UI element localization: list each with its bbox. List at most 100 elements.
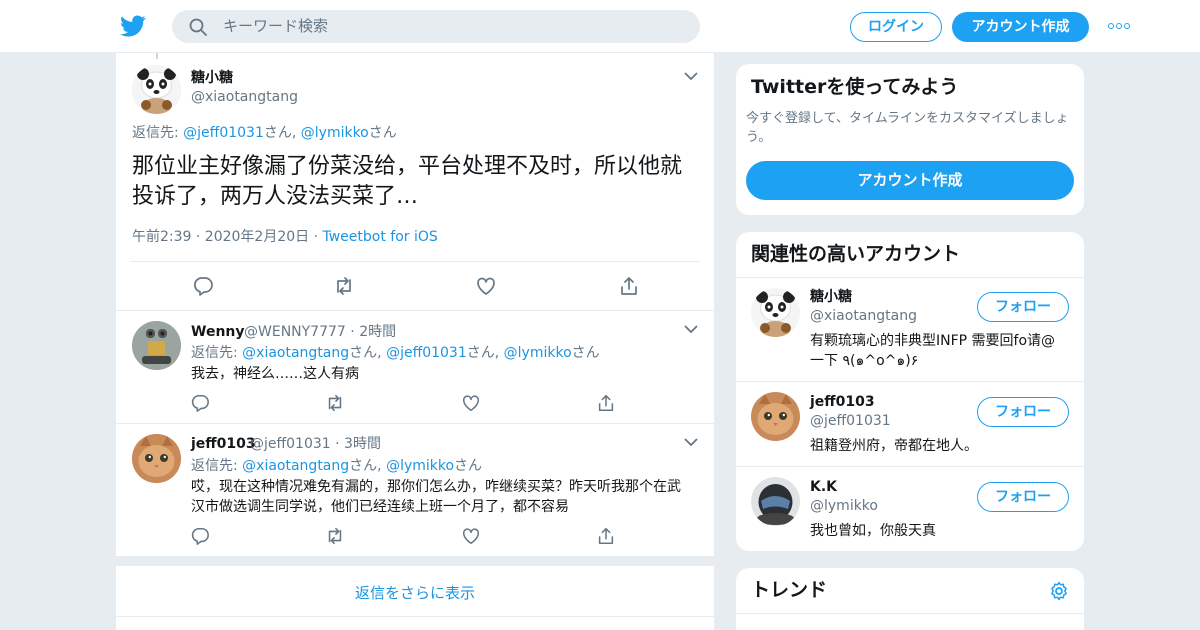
avatar[interactable] [132, 65, 181, 114]
avatar[interactable] [751, 477, 800, 526]
reply-suffix: さん [349, 458, 378, 474]
signup-card-title: Twitterを使ってみよう [751, 76, 959, 98]
share-icon[interactable] [596, 526, 616, 546]
divider [130, 261, 700, 262]
timestamp-text[interactable]: 午前2:39 · 2020年2月20日 · [132, 229, 323, 245]
divider [116, 310, 714, 311]
reply-suffix: さん [368, 125, 397, 141]
login-button[interactable]: ログイン [850, 12, 942, 42]
chevron-down-icon[interactable] [684, 324, 698, 334]
like-icon[interactable] [461, 393, 481, 413]
share-icon[interactable] [596, 393, 616, 413]
thread-connector-line [156, 53, 158, 59]
more-options-icon[interactable] [1108, 23, 1130, 31]
account-handle[interactable]: @xiaotangtang [810, 307, 917, 325]
reply-prefix: 返信先: [191, 345, 243, 361]
retweet-icon[interactable] [325, 526, 345, 546]
reply-icon[interactable] [190, 526, 210, 546]
related-accounts-card: 関連性の高いアカウント 糖小糖 @xiaotangtang フォロー 有颗琉璃心… [735, 231, 1085, 552]
account-bio: 祖籍登州府，帝都在地人。 [810, 438, 978, 454]
search-box[interactable]: キーワード検索 [172, 10, 700, 43]
chevron-down-icon[interactable] [684, 71, 698, 81]
signup-card: Twitterを使ってみよう 今すぐ登録して、タイムラインをカスタマイズしましょ… [735, 63, 1085, 216]
reply-context: 返信先: @xiaotangtangさん, @jeff01031さん, @lym… [191, 345, 600, 361]
top-navigation-bar: キーワード検索 ログイン アカウント作成 [0, 0, 1200, 53]
divider [116, 616, 714, 617]
handle-text[interactable]: @jeff01031 [250, 436, 331, 452]
mention-link[interactable]: @lymikko [504, 345, 572, 361]
divider [736, 277, 1084, 278]
relative-time[interactable]: 2時間 [359, 324, 396, 340]
share-icon[interactable] [618, 275, 640, 297]
helmet-avatar-icon [751, 477, 800, 526]
reply-suffix: さん [454, 458, 483, 474]
reply-author-handle: @WENNY7777 · 2時間 [244, 324, 397, 340]
robot-avatar-icon [132, 321, 181, 370]
mention-link[interactable]: @xiaotangtang [242, 458, 349, 474]
author-name[interactable]: 糖小糖 [191, 69, 233, 87]
reply-text: 哎，现在这种情况难免有漏的，那你们怎么办，咋继续买菜？昨天听我那个在武汉市做选调… [191, 479, 681, 515]
related-accounts-title: 関連性の高いアカウント [751, 243, 961, 265]
follow-button[interactable]: フォロー [977, 482, 1069, 512]
avatar[interactable] [132, 434, 181, 483]
reply-context: 返信先: @xiaotangtangさん, @lymikkoさん [191, 458, 483, 474]
reply-suffix: さん [349, 345, 378, 361]
search-icon [189, 18, 207, 36]
cat-avatar-icon [132, 434, 181, 483]
mention-link[interactable]: @lymikko [301, 125, 369, 141]
like-icon[interactable] [461, 526, 481, 546]
relative-time[interactable]: 3時間 [344, 436, 381, 452]
show-more-replies-link[interactable]: 返信をさらに表示 [116, 569, 714, 617]
follow-button[interactable]: フォロー [977, 397, 1069, 427]
retweet-icon[interactable] [325, 393, 345, 413]
panda-avatar-icon [132, 65, 181, 114]
like-icon[interactable] [475, 275, 497, 297]
reply-prefix: 返信先: [191, 458, 243, 474]
tweet-thread: 糖小糖 @xiaotangtang 返信先: @jeff01031さん, @ly… [115, 53, 715, 630]
reply-suffix: さん [466, 345, 495, 361]
account-name[interactable]: 糖小糖 [810, 288, 852, 306]
mention-link[interactable]: @jeff01031 [386, 345, 467, 361]
reply-context: 返信先: @jeff01031さん, @lymikkoさん [132, 125, 397, 141]
create-account-button[interactable]: アカウント作成 [746, 161, 1074, 200]
reply-icon[interactable] [190, 393, 210, 413]
reply-author-name[interactable]: Wenny [191, 323, 245, 341]
trends-title: トレンド [751, 579, 828, 601]
account-name[interactable]: K.K [810, 478, 837, 496]
divider [736, 381, 1084, 382]
source-link[interactable]: Tweetbot for iOS [323, 229, 438, 245]
reply-author-name[interactable]: jeff0103 [191, 435, 256, 453]
signup-card-description: 今すぐ登録して、タイムラインをカスタマイズしましょう。 [746, 111, 1069, 145]
reply-suffix: さん [571, 345, 600, 361]
handle-text[interactable]: @WENNY7777 [244, 324, 346, 340]
panda-avatar-icon [751, 288, 800, 337]
gear-icon[interactable] [1049, 581, 1069, 601]
section-gap [116, 556, 714, 566]
account-handle[interactable]: @jeff01031 [810, 412, 891, 430]
mention-link[interactable]: @jeff01031 [183, 125, 264, 141]
follow-button[interactable]: フォロー [977, 292, 1069, 322]
author-handle[interactable]: @xiaotangtang [191, 88, 298, 106]
divider [736, 613, 1084, 614]
reply-icon[interactable] [192, 275, 214, 297]
mention-link[interactable]: @lymikko [386, 458, 454, 474]
reply-prefix: 返信先: [132, 125, 184, 141]
avatar[interactable] [751, 288, 800, 337]
signup-button[interactable]: アカウント作成 [952, 12, 1089, 42]
mention-link[interactable]: @xiaotangtang [242, 345, 349, 361]
account-handle[interactable]: @lymikko [810, 497, 878, 515]
retweet-icon[interactable] [333, 275, 355, 297]
account-name[interactable]: jeff0103 [810, 393, 875, 411]
divider [736, 466, 1084, 467]
account-bio: 我也曾如，你般天真 [810, 523, 936, 539]
chevron-down-icon[interactable] [684, 437, 698, 447]
reply-author-handle: @jeff01031 · 3時間 [250, 436, 381, 452]
cat-avatar-icon [751, 392, 800, 441]
account-bio: 有颗琉璃心的非典型INFP 需要回fo请@ 一下 ٩(๑^o^๑)۶ [810, 333, 1056, 369]
tweet-timestamp: 午前2:39 · 2020年2月20日 · Tweetbot for iOS [132, 228, 438, 246]
search-input[interactable]: キーワード検索 [223, 18, 328, 35]
avatar[interactable] [132, 321, 181, 370]
twitter-logo-icon[interactable] [119, 13, 147, 39]
avatar[interactable] [751, 392, 800, 441]
tweet-text: 那位业主好像漏了份菜没给，平台处理不及时，所以他就投诉了，两万人没法买菜了… [132, 154, 683, 209]
